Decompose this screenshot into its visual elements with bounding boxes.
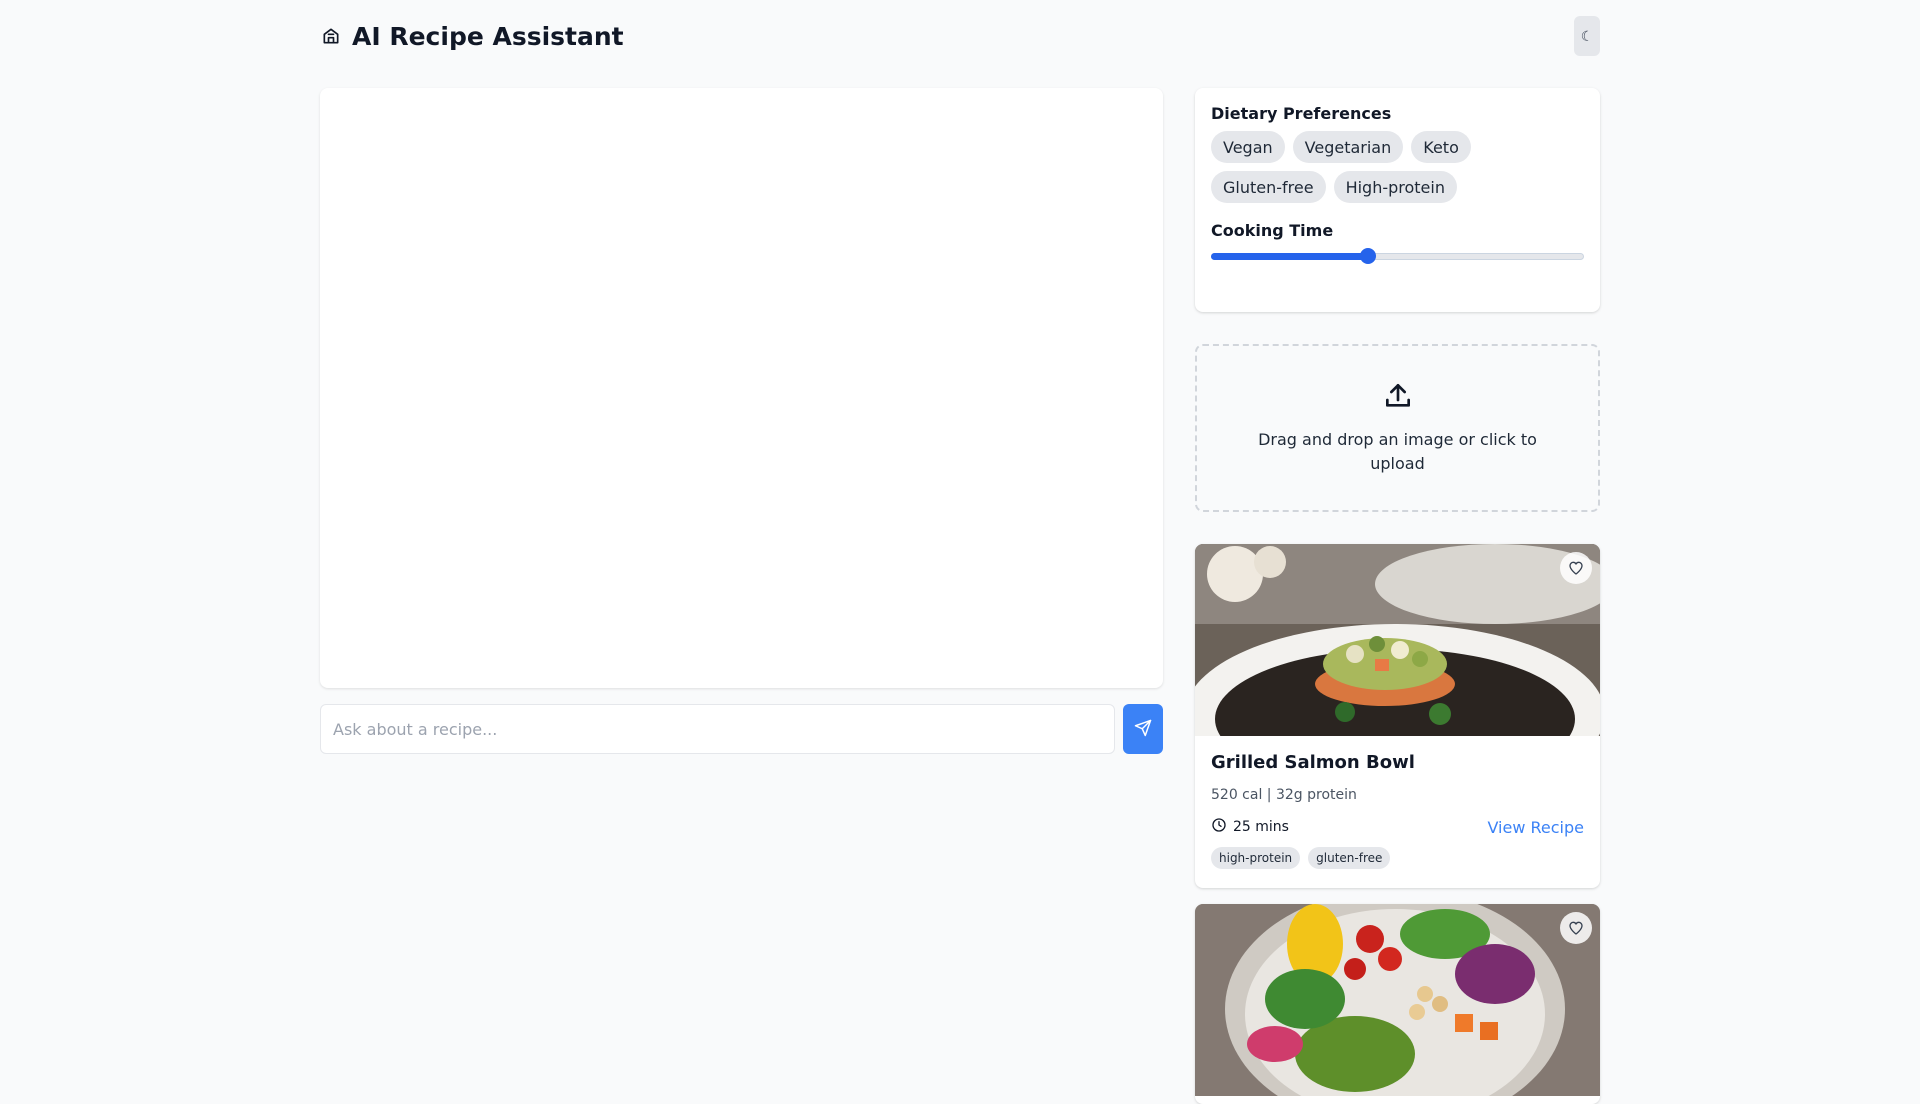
- favorite-button[interactable]: [1560, 552, 1592, 584]
- dietary-option-vegetarian[interactable]: Vegetarian: [1292, 131, 1404, 163]
- chef-hat-icon: [320, 25, 342, 47]
- recipe-nutrition: 520 cal | 32g protein: [1211, 787, 1357, 803]
- recipe-image: [1195, 904, 1600, 1096]
- chat-messages-panel: [320, 88, 1163, 688]
- dietary-preferences-title: Dietary Preferences: [1211, 104, 1392, 123]
- page-title: AI Recipe Assistant: [352, 21, 624, 51]
- send-icon: [1134, 719, 1152, 740]
- clock-icon: [1211, 817, 1227, 837]
- dietary-option-vegan[interactable]: Vegan: [1211, 131, 1285, 163]
- slider-thumb[interactable]: [1359, 248, 1376, 264]
- dietary-option-high-protein[interactable]: High-protein: [1333, 171, 1457, 203]
- heart-icon: [1568, 920, 1584, 936]
- image-upload-dropzone[interactable]: Drag and drop an image or click to uploa…: [1195, 344, 1600, 512]
- recipe-card: [1195, 904, 1600, 1104]
- cooking-time-slider[interactable]: [1211, 248, 1584, 264]
- recipe-body: Grilled Salmon Bowl 520 cal | 32g protei…: [1195, 736, 1600, 885]
- recipe-tag: gluten-free: [1308, 847, 1391, 869]
- recipe-image: [1195, 544, 1600, 736]
- recipe-tag: high-protein: [1211, 847, 1301, 869]
- recipe-time: 25 mins: [1211, 817, 1289, 837]
- brand: AI Recipe Assistant: [320, 22, 624, 51]
- preferences-card: Dietary Preferences Vegan Vegetarian Ket…: [1195, 88, 1600, 312]
- dietary-option-gluten-free[interactable]: Gluten-free: [1211, 171, 1326, 203]
- theme-toggle-button[interactable]: ☾: [1574, 16, 1600, 56]
- recipe-meta: 25 mins View Recipe: [1211, 817, 1584, 837]
- recipe-time-value: 25 mins: [1233, 819, 1289, 835]
- send-button[interactable]: [1123, 704, 1163, 754]
- cooking-time-title: Cooking Time: [1211, 221, 1334, 240]
- recipe-title: Grilled Salmon Bowl: [1211, 752, 1415, 773]
- chat-input[interactable]: [320, 704, 1115, 754]
- recipe-card: Grilled Salmon Bowl 520 cal | 32g protei…: [1195, 544, 1600, 888]
- view-recipe-link[interactable]: View Recipe: [1487, 818, 1584, 837]
- upload-icon: [1382, 380, 1414, 416]
- upload-instructions: Drag and drop an image or click to uploa…: [1258, 430, 1537, 473]
- dietary-option-keto[interactable]: Keto: [1411, 131, 1471, 163]
- recipe-tags: high-protein gluten-free: [1211, 847, 1584, 869]
- slider-fill: [1211, 253, 1368, 260]
- app-header: AI Recipe Assistant ☾: [320, 16, 1600, 56]
- chat-input-row: [320, 704, 1163, 754]
- favorite-button[interactable]: [1560, 912, 1592, 944]
- dietary-options: Vegan Vegetarian Keto Gluten-free High-p…: [1211, 131, 1531, 203]
- heart-icon: [1568, 560, 1584, 576]
